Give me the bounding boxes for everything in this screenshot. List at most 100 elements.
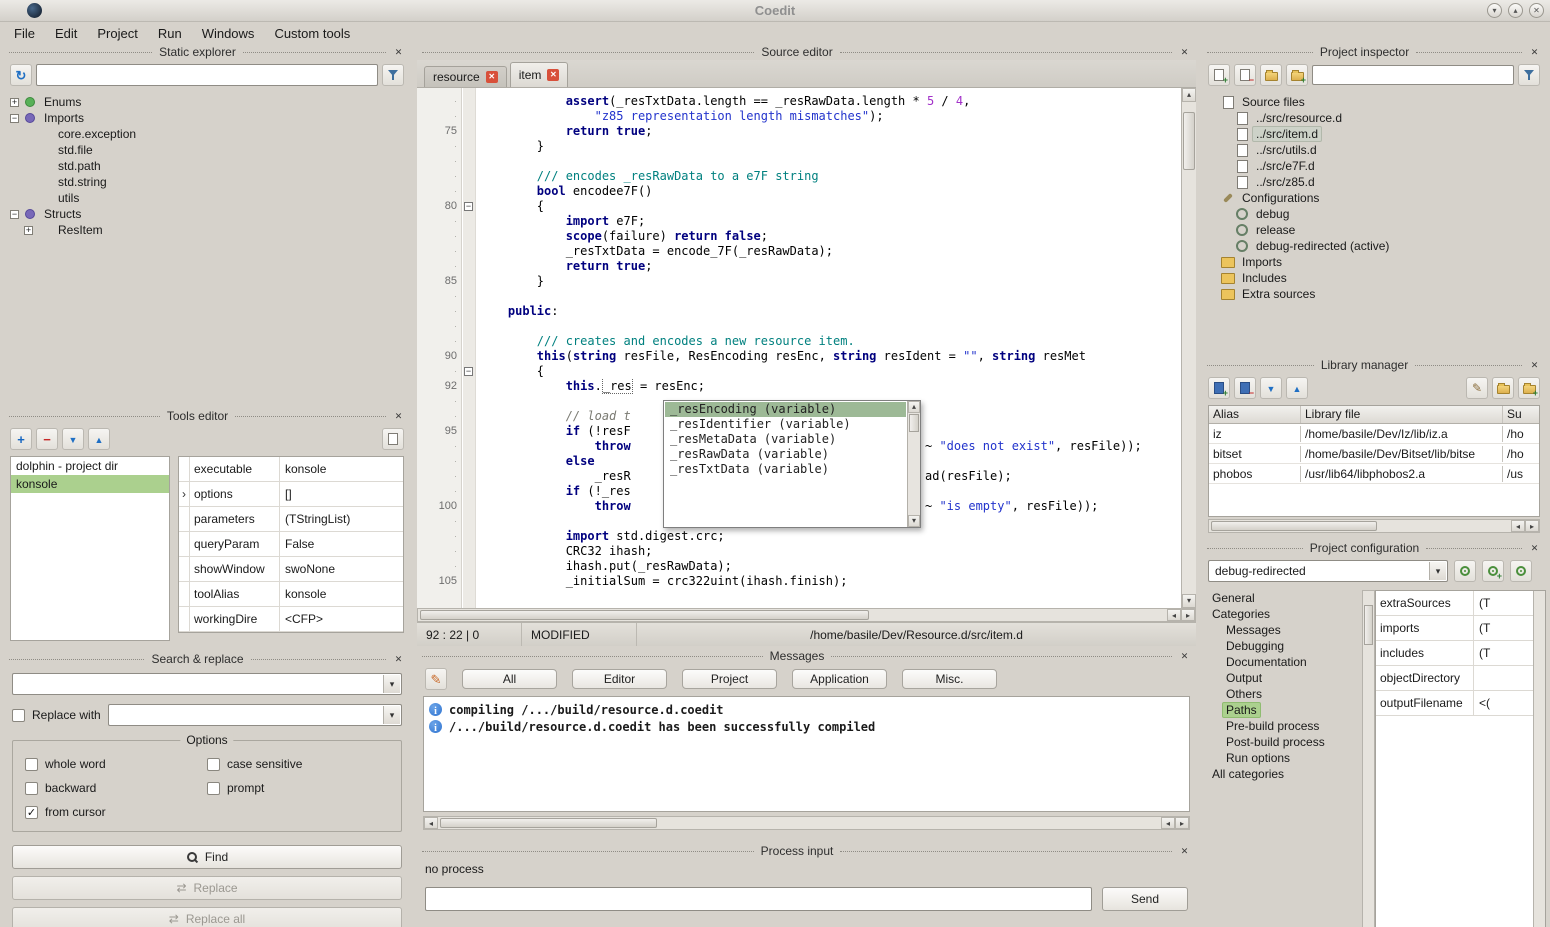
library-row[interactable]: iz /home/basile/Dev/Iz/lib/iz.a /ho: [1209, 424, 1539, 444]
add-configuration-button[interactable]: +: [1482, 560, 1504, 582]
property-value[interactable]: <CFP>: [280, 607, 403, 631]
close-panel-icon[interactable]: [392, 653, 405, 666]
find-button[interactable]: Find: [12, 845, 402, 869]
scroll-left-icon[interactable]: [1167, 609, 1181, 621]
move-tool-down-button[interactable]: [62, 428, 84, 450]
close-panel-icon[interactable]: [1178, 46, 1191, 59]
replace-combo[interactable]: [108, 704, 402, 726]
inspector-search-input[interactable]: [1312, 65, 1514, 85]
scrollbar-thumb[interactable]: [420, 610, 869, 620]
editor-tab[interactable]: resource: [424, 66, 507, 87]
scrollbar-thumb[interactable]: [1364, 605, 1373, 645]
message-filter-button[interactable]: Editor: [572, 669, 667, 689]
add-source-button[interactable]: +: [1208, 64, 1230, 86]
property-value[interactable]: konsole: [280, 582, 403, 606]
property-value[interactable]: konsole: [280, 457, 403, 481]
close-panel-icon[interactable]: [392, 410, 405, 423]
code-line[interactable]: · scope(failure) return false;: [417, 229, 1181, 244]
code-line[interactable]: · }: [417, 139, 1181, 154]
library-horizontal-scrollbar[interactable]: [1208, 519, 1540, 533]
tree-item[interactable]: utils: [6, 190, 408, 206]
scrollbar-thumb[interactable]: [1211, 521, 1377, 531]
filter-button[interactable]: [382, 64, 404, 86]
message-row[interactable]: compiling /.../build/resource.d.coedit: [429, 701, 1184, 718]
library-row[interactable]: phobos /usr/lib64/libphobos2.a /us: [1209, 464, 1539, 484]
remove-source-button[interactable]: −: [1234, 64, 1256, 86]
code-line[interactable]: 105 _initialSum = crc322uint(ihash.finis…: [417, 574, 1181, 589]
clear-messages-button[interactable]: [425, 668, 447, 690]
edit-library-button[interactable]: [1466, 377, 1488, 399]
property-value[interactable]: False: [280, 532, 403, 556]
scroll-down-icon[interactable]: [1182, 594, 1196, 608]
code-line[interactable]: · public:: [417, 304, 1181, 319]
fold-icon[interactable]: −: [464, 367, 473, 376]
property-value[interactable]: (TStringList): [280, 507, 403, 531]
scroll-right-icon[interactable]: [1175, 817, 1189, 829]
code-line[interactable]: · bool encodee7F(): [417, 184, 1181, 199]
replace-all-button[interactable]: Replace all: [12, 907, 402, 927]
close-panel-icon[interactable]: [1528, 542, 1541, 555]
code-line[interactable]: 85 }: [417, 274, 1181, 289]
code-line[interactable]: 90 this(string resFile, ResEncoding resE…: [417, 349, 1181, 364]
tree-item[interactable]: core.exception: [6, 126, 408, 142]
property-row[interactable]: objectDirectory: [1376, 666, 1545, 691]
property-row[interactable]: parameters (TStringList): [179, 507, 403, 532]
message-row[interactable]: /.../build/resource.d.coedit has been su…: [429, 718, 1184, 735]
scroll-left-icon[interactable]: [1511, 520, 1525, 532]
tree-item[interactable]: Source files: [1204, 94, 1544, 110]
menu-item[interactable]: Edit: [45, 23, 87, 44]
dropdown-icon[interactable]: [1429, 562, 1446, 580]
filter-button[interactable]: [1518, 64, 1540, 86]
code-line[interactable]: · /// creates and encodes a new resource…: [417, 334, 1181, 349]
code-line[interactable]: ·− {: [417, 364, 1181, 379]
menu-item[interactable]: File: [4, 23, 45, 44]
tree-item[interactable]: Extra sources: [1204, 286, 1544, 302]
library-row[interactable]: bitset /home/basile/Dev/Bitset/lib/bitse…: [1209, 444, 1539, 464]
tree-item[interactable]: ../src/utils.d: [1204, 142, 1544, 158]
replace-with-checkbox[interactable]: [12, 709, 25, 722]
code-line[interactable]: · assert(_resTxtData.length == _resRawDa…: [417, 94, 1181, 109]
scroll-right-icon[interactable]: [1181, 609, 1195, 621]
tree-item[interactable]: release: [1204, 222, 1544, 238]
code-line[interactable]: 92 this._res = resEnc;: [417, 379, 1181, 394]
tree-item[interactable]: debug: [1204, 206, 1544, 222]
move-tool-up-button[interactable]: [88, 428, 110, 450]
expander-icon[interactable]: +: [24, 226, 33, 235]
category-item[interactable]: Output: [1204, 670, 1362, 686]
tree-item[interactable]: ../src/item.d: [1204, 126, 1544, 142]
expander-icon[interactable]: −: [10, 114, 19, 123]
library-table-header[interactable]: Alias Library file Su: [1209, 406, 1539, 424]
option-checkbox[interactable]: case sensitive: [207, 757, 389, 771]
scrollbar-thumb[interactable]: [440, 818, 657, 828]
move-library-up-button[interactable]: [1286, 377, 1308, 399]
minimize-icon[interactable]: [1487, 3, 1502, 18]
code-line[interactable]: 75 return true;: [417, 124, 1181, 139]
column-header[interactable]: Su: [1503, 406, 1539, 423]
category-item[interactable]: Others: [1204, 686, 1362, 702]
scrollbar-thumb[interactable]: [909, 414, 919, 432]
close-panel-icon[interactable]: [1528, 46, 1541, 59]
property-row[interactable]: showWindow swoNone: [179, 557, 403, 582]
message-filter-button[interactable]: Misc.: [902, 669, 997, 689]
editor-vertical-scrollbar[interactable]: [1181, 88, 1196, 608]
property-row[interactable]: queryParam False: [179, 532, 403, 557]
message-filter-button[interactable]: All: [462, 669, 557, 689]
scroll-down-icon[interactable]: [908, 515, 920, 527]
symbol-search-input[interactable]: [36, 64, 378, 86]
option-checkbox[interactable]: from cursor: [25, 805, 207, 819]
menu-item[interactable]: Run: [148, 23, 192, 44]
menu-item[interactable]: Project: [87, 23, 147, 44]
dropdown-icon[interactable]: [383, 706, 400, 724]
tree-item[interactable]: std.file: [6, 142, 408, 158]
option-checkbox[interactable]: prompt: [207, 781, 389, 795]
add-library-button[interactable]: +: [1208, 377, 1230, 399]
category-item[interactable]: Pre-build process: [1204, 718, 1362, 734]
category-item[interactable]: Documentation: [1204, 654, 1362, 670]
close-tab-icon[interactable]: [486, 71, 498, 83]
remove-tool-button[interactable]: [36, 428, 58, 450]
category-item[interactable]: Messages: [1204, 622, 1362, 638]
close-tab-icon[interactable]: [547, 69, 559, 81]
scrollbar-thumb[interactable]: [1183, 112, 1195, 170]
move-library-down-button[interactable]: [1260, 377, 1282, 399]
completion-item[interactable]: _resTxtData (variable): [665, 462, 906, 477]
